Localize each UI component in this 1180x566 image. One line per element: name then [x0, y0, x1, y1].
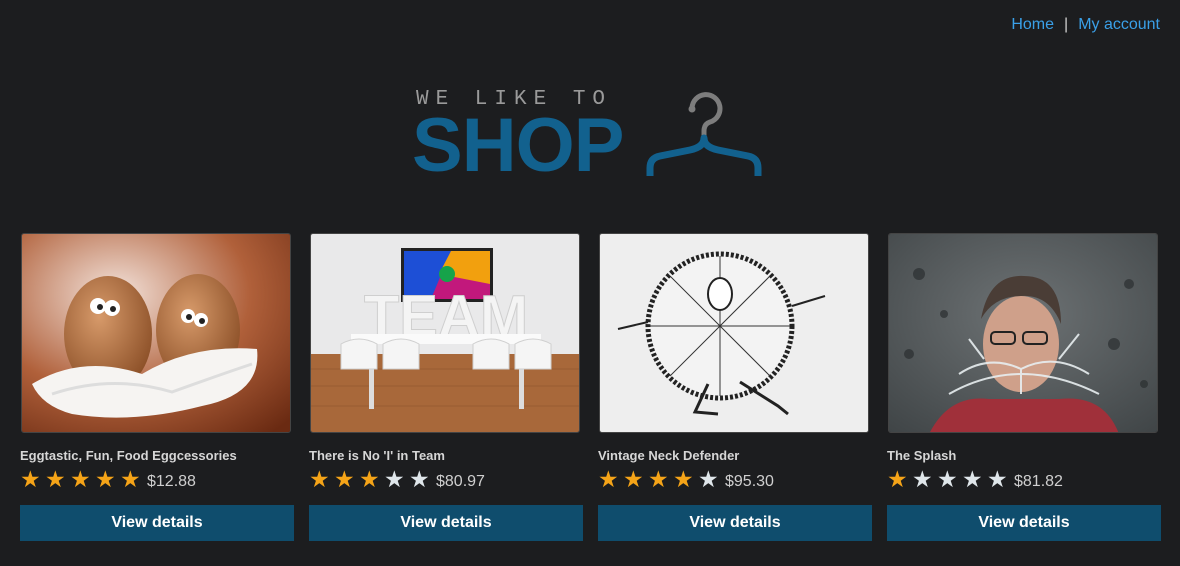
product-price: $80.97: [436, 473, 485, 490]
product-title: Eggtastic, Fun, Food Eggcessories: [20, 448, 237, 463]
star-filled-icon: ★: [673, 466, 694, 492]
product-image-splash[interactable]: [888, 233, 1158, 433]
top-nav: Home | My account: [1011, 16, 1160, 34]
star-empty-icon: ★: [912, 466, 933, 492]
star-empty-icon: ★: [937, 466, 958, 492]
star-filled-icon: ★: [70, 466, 91, 492]
star-rating: ★ ★ ★ ★ ★: [20, 468, 145, 492]
star-empty-icon: ★: [409, 466, 430, 492]
star-filled-icon: ★: [334, 466, 355, 492]
star-filled-icon: ★: [95, 466, 116, 492]
product-grid: Eggtastic, Fun, Food Eggcessories ★ ★ ★ ★ ★ …: [20, 233, 1161, 541]
product-rating: ★ ★ ★ ★ ★ $12.88: [20, 467, 294, 493]
star-filled-icon: ★: [648, 466, 669, 492]
logo-brand: SHOP: [412, 103, 624, 188]
product-price: $12.88: [147, 473, 196, 490]
product-image-team[interactable]: TEAM: [310, 233, 580, 433]
star-filled-icon: ★: [598, 466, 619, 492]
product-card: Vintage Neck Defender ★ ★ ★ ★ ★ $95.30 View …: [598, 233, 872, 541]
product-card: The Splash ★ ★ ★ ★ ★ $81.82 View details: [887, 233, 1161, 541]
home-link[interactable]: Home: [1011, 16, 1054, 34]
star-filled-icon: ★: [887, 466, 908, 492]
product-card: TEAM There is No 'I' in Team ★ ★ ★ ★ ★ $80.9…: [309, 233, 583, 541]
product-image-collar[interactable]: [599, 233, 869, 433]
product-image-eggs[interactable]: [21, 233, 291, 433]
product-title: Vintage Neck Defender: [598, 448, 740, 463]
star-empty-icon: ★: [987, 466, 1008, 492]
view-details-button[interactable]: View details: [887, 505, 1161, 541]
star-empty-icon: ★: [698, 466, 719, 492]
star-rating: ★ ★ ★ ★ ★: [598, 468, 723, 492]
star-filled-icon: ★: [20, 466, 41, 492]
product-rating: ★ ★ ★ ★ ★ $81.82: [887, 467, 1161, 493]
star-filled-icon: ★: [45, 466, 66, 492]
view-details-button[interactable]: View details: [309, 505, 583, 541]
star-filled-icon: ★: [623, 466, 644, 492]
star-filled-icon: ★: [120, 466, 141, 492]
nav-separator: |: [1064, 16, 1069, 33]
star-rating: ★ ★ ★ ★ ★: [309, 468, 434, 492]
product-title: The Splash: [887, 448, 957, 463]
product-price: $95.30: [725, 473, 774, 490]
my-account-link[interactable]: My account: [1078, 16, 1160, 34]
product-rating: ★ ★ ★ ★ ★ $95.30: [598, 467, 872, 493]
star-empty-icon: ★: [962, 466, 983, 492]
view-details-button[interactable]: View details: [20, 505, 294, 541]
star-filled-icon: ★: [359, 466, 380, 492]
hanger-icon: [646, 92, 762, 176]
star-empty-icon: ★: [384, 466, 405, 492]
product-title: There is No 'I' in Team: [309, 448, 445, 463]
view-details-button[interactable]: View details: [598, 505, 872, 541]
star-filled-icon: ★: [309, 466, 330, 492]
product-card: Eggtastic, Fun, Food Eggcessories ★ ★ ★ ★ ★ …: [20, 233, 294, 541]
product-rating: ★ ★ ★ ★ ★ $80.97: [309, 467, 583, 493]
star-rating: ★ ★ ★ ★ ★: [887, 468, 1012, 492]
site-logo[interactable]: WE LIKE TO SHOP: [412, 86, 772, 186]
product-price: $81.82: [1014, 473, 1063, 490]
